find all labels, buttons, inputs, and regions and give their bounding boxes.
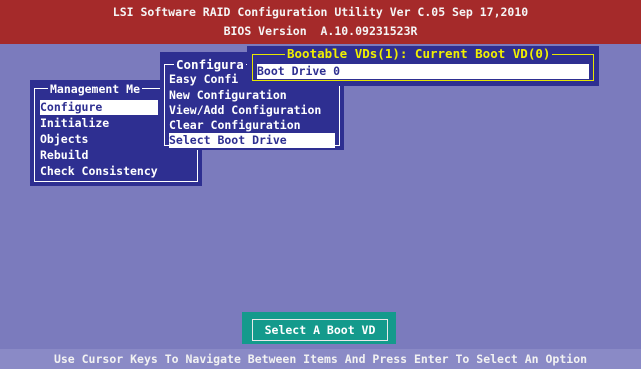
status-box: Select A Boot VD	[242, 312, 396, 344]
menu-item-check-consistency[interactable]: Check Consistency	[40, 164, 158, 179]
bootable-vds-popup: Bootable VDs(1): Current Boot VD(0) Boot…	[247, 46, 599, 86]
help-bar: Use Cursor Keys To Navigate Between Item…	[0, 349, 641, 369]
status-label: Select A Boot VD	[252, 319, 388, 341]
bios-version: BIOS Version A.10.09231523R	[223, 24, 418, 38]
app-title: LSI Software RAID Configuration Utility …	[112, 5, 529, 19]
menu-item-clear-configuration[interactable]: Clear Configuration	[169, 118, 301, 133]
menu-item-initialize[interactable]: Initialize	[40, 116, 109, 131]
bootable-vds-title: Bootable VDs(1): Current Boot VD(0)	[285, 46, 553, 61]
menu-item-configure[interactable]: Configure	[40, 100, 158, 115]
configure-menu-title: Configura	[174, 57, 246, 72]
menu-item-view-add-configuration[interactable]: View/Add Configuration	[169, 103, 321, 118]
menu-item-new-configuration[interactable]: New Configuration	[169, 88, 287, 103]
help-text: Use Cursor Keys To Navigate Between Item…	[53, 352, 588, 366]
menu-item-objects[interactable]: Objects	[40, 132, 88, 147]
menu-item-rebuild[interactable]: Rebuild	[40, 148, 88, 163]
management-menu-title: Management Me	[48, 82, 143, 96]
boot-drive-item[interactable]: Boot Drive 0	[257, 64, 589, 79]
menu-item-easy-configuration[interactable]: Easy Confi	[169, 72, 238, 87]
menu-item-select-boot-drive[interactable]: Select Boot Drive	[169, 133, 335, 148]
title-bar: LSI Software RAID Configuration Utility …	[0, 0, 641, 44]
